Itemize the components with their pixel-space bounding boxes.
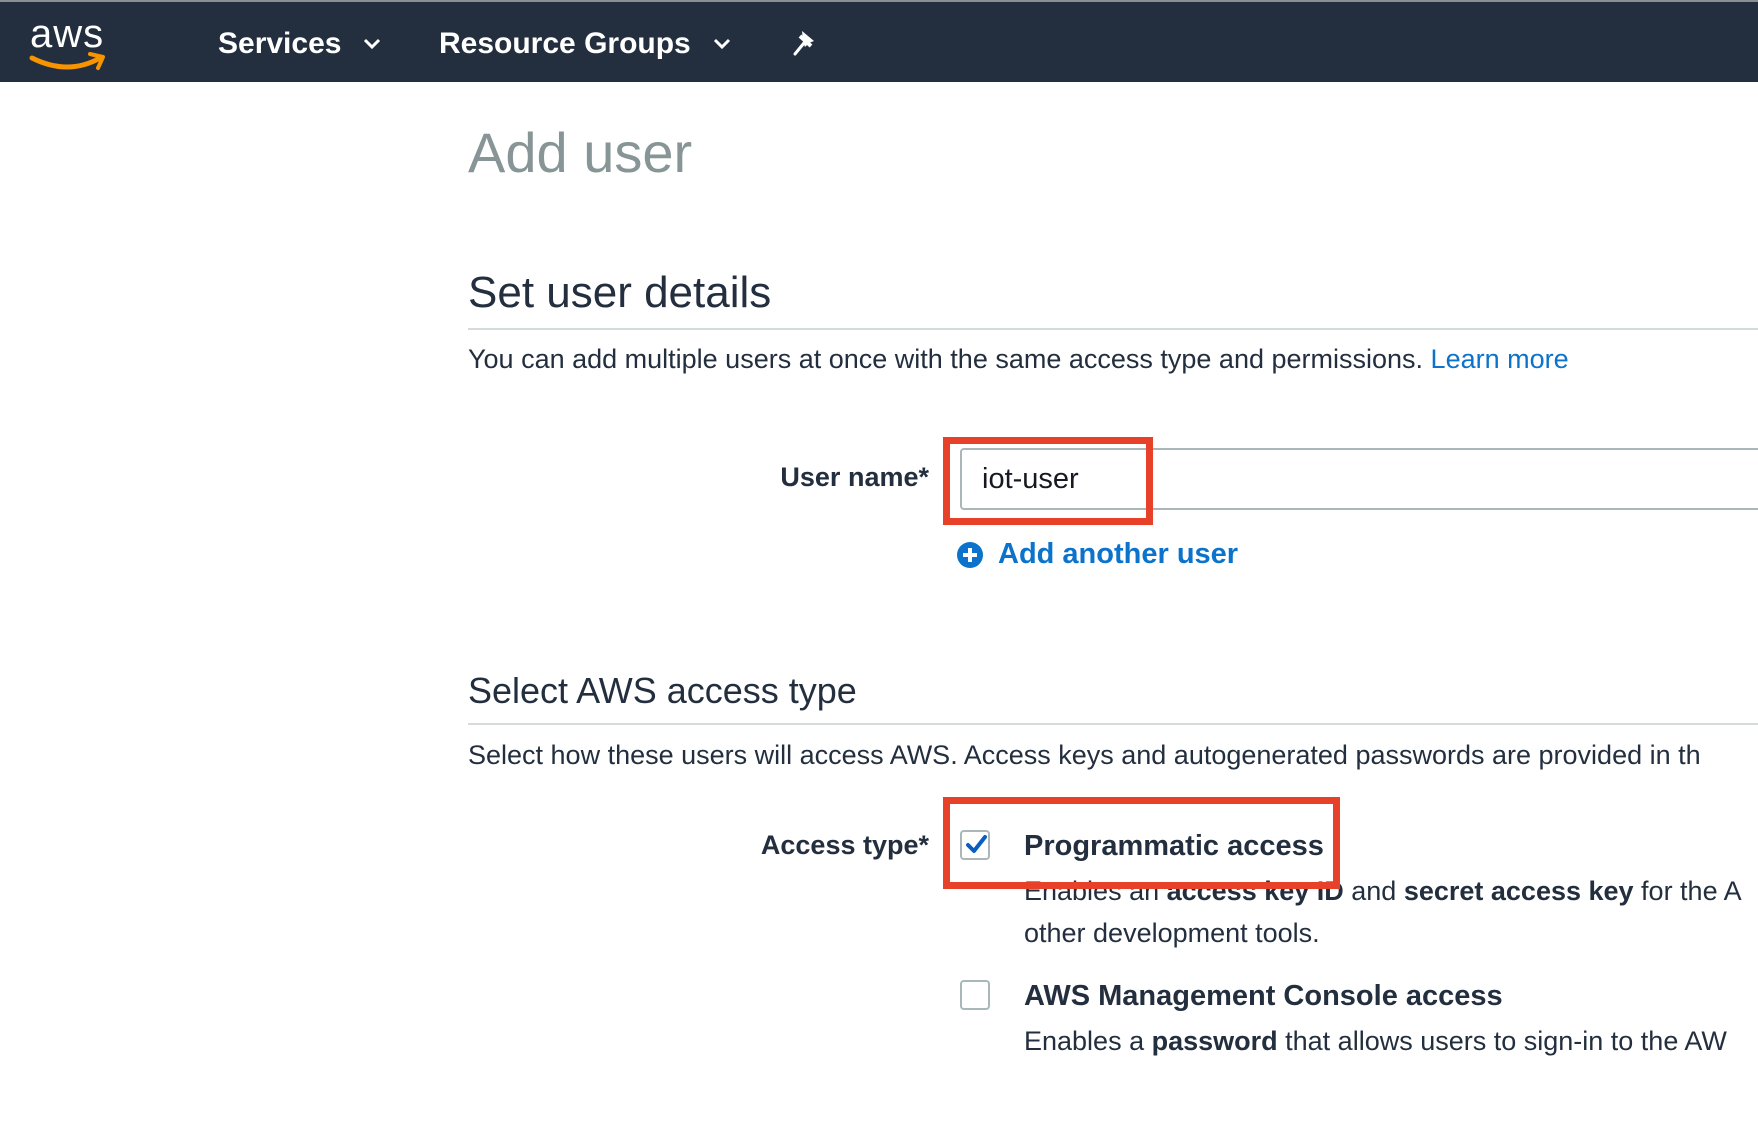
- aws-smile-icon: [29, 52, 105, 70]
- pin-icon[interactable]: [790, 28, 820, 58]
- services-menu[interactable]: Services: [218, 24, 381, 64]
- programmatic-access-checkbox[interactable]: [960, 830, 990, 860]
- top-navigation-bar: aws Services Resource Groups: [0, 0, 1758, 82]
- console-access-title[interactable]: AWS Management Console access: [1024, 980, 1503, 1013]
- user-name-label: User name*: [780, 462, 929, 492]
- access-type-heading: Select AWS access type: [468, 670, 857, 711]
- desc-text: Enables an: [1024, 876, 1167, 906]
- user-details-description-text: You can add multiple users at once with …: [468, 344, 1424, 374]
- desc-text: and: [1343, 876, 1404, 906]
- programmatic-access-description-line2: other development tools.: [1024, 918, 1320, 948]
- resource-groups-label: Resource Groups: [439, 27, 691, 60]
- desc-text: for the A: [1633, 876, 1742, 906]
- page-title: Add user: [468, 121, 693, 184]
- resource-groups-menu[interactable]: Resource Groups: [439, 24, 731, 64]
- add-another-user-label: Add another user: [998, 538, 1239, 570]
- console-access-description: Enables a password that allows users to …: [1024, 1026, 1727, 1057]
- plus-circle-icon: [957, 541, 983, 568]
- desc-bold-text: access key ID: [1166, 876, 1344, 906]
- services-label: Services: [218, 27, 342, 60]
- desc-text: Enables a: [1024, 1026, 1152, 1056]
- add-another-user-button[interactable]: Add another user: [956, 538, 1238, 571]
- desc-bold-text: secret access key: [1403, 876, 1634, 906]
- console-access-checkbox[interactable]: [960, 980, 990, 1010]
- chevron-down-icon: [363, 38, 381, 50]
- section-divider: [468, 723, 1758, 725]
- set-user-details-heading: Set user details: [468, 268, 772, 317]
- programmatic-access-title[interactable]: Programmatic access: [1024, 830, 1324, 863]
- user-name-input[interactable]: [960, 448, 1758, 510]
- aws-logo[interactable]: aws: [28, 10, 114, 74]
- programmatic-access-description: Enables an access key ID and secret acce…: [1024, 876, 1742, 907]
- access-type-description: Select how these users will access AWS. …: [468, 740, 1701, 770]
- section-divider: [468, 328, 1758, 330]
- desc-bold-text: password: [1151, 1026, 1278, 1056]
- chevron-down-icon: [713, 38, 731, 50]
- access-type-label: Access type*: [760, 830, 929, 860]
- checkmark-icon: [966, 835, 987, 853]
- learn-more-link[interactable]: Learn more: [1431, 344, 1569, 374]
- user-details-description: You can add multiple users at once with …: [468, 344, 1569, 375]
- desc-text: that allows users to sign-in to the AW: [1277, 1026, 1727, 1056]
